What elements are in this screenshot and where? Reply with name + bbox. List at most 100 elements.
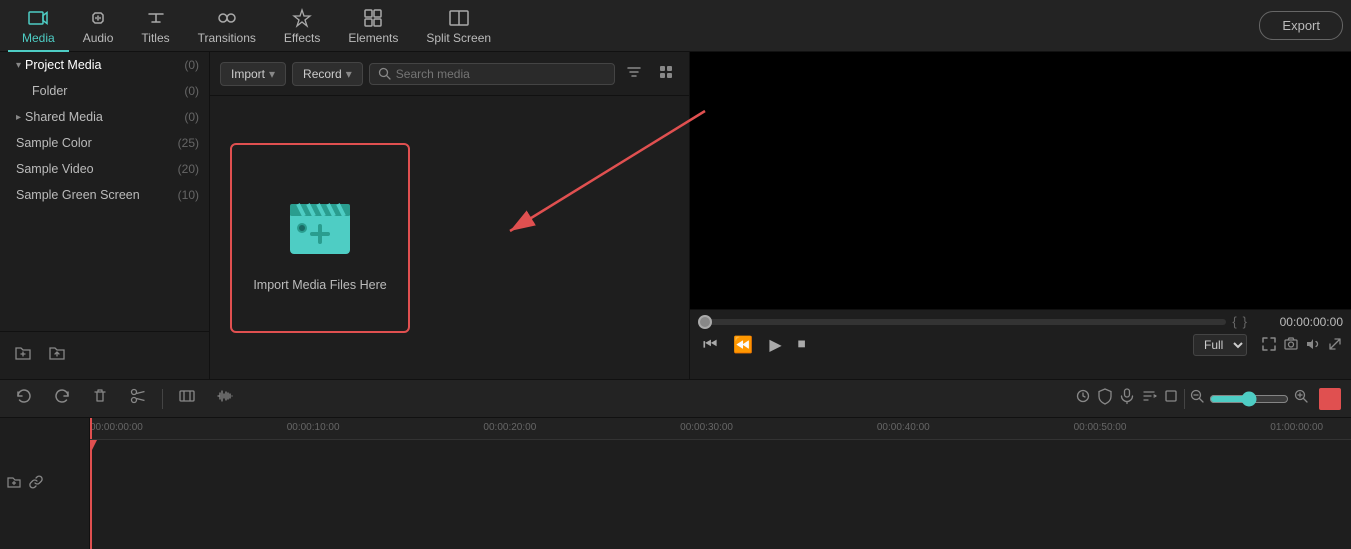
sidebar-sample-color-label: Sample Color	[16, 136, 178, 150]
sidebar-folder-count: (0)	[184, 84, 199, 98]
shield-button[interactable]	[1096, 387, 1114, 410]
step-back-button[interactable]: ⏪	[728, 333, 758, 357]
in-point-bracket[interactable]: {	[1232, 314, 1236, 329]
add-folder-button[interactable]	[10, 340, 36, 371]
sidebar-project-media-label: Project Media	[25, 58, 184, 72]
import-chevron-icon: ▾	[269, 67, 275, 81]
sidebar-sample-video-label: Sample Video	[16, 162, 178, 176]
out-point-bracket[interactable]: }	[1243, 314, 1247, 329]
playhead-ruler	[90, 418, 92, 439]
playhead-line	[90, 440, 92, 549]
media-content: Import Media Files Here	[210, 96, 689, 379]
nav-elements-label: Elements	[348, 31, 398, 45]
record-chevron-icon: ▾	[346, 67, 352, 81]
media-icon	[27, 7, 49, 29]
volume-button[interactable]	[1305, 336, 1321, 355]
filter-button[interactable]	[621, 62, 647, 86]
grid-view-button[interactable]	[653, 62, 679, 86]
filter-icon	[626, 64, 642, 80]
timeline-ruler: 00:00:00:00 00:00:10:00 00:00:20:00 00:0…	[90, 418, 1351, 440]
quality-select[interactable]: Full 1/2 1/4	[1193, 334, 1247, 356]
sidebar-sample-green-screen-label: Sample Green Screen	[16, 188, 178, 202]
timeline-tracks	[90, 440, 1351, 549]
audio-icon	[87, 7, 109, 29]
zoom-divider	[1184, 389, 1185, 409]
time-display: 00:00:00:00	[1253, 315, 1343, 329]
nav-effects[interactable]: Effects	[270, 0, 334, 52]
zoom-settings-button[interactable]	[1074, 387, 1092, 410]
transitions-icon	[216, 7, 238, 29]
more-settings-button[interactable]	[1140, 387, 1158, 410]
mic-button[interactable]	[1118, 387, 1136, 410]
zoom-slider[interactable]	[1209, 391, 1289, 407]
sidebar-item-folder[interactable]: Folder (0)	[0, 78, 209, 104]
go-to-start-button[interactable]: ⏮	[698, 334, 722, 356]
import-arrow	[410, 106, 710, 246]
media-toolbar: Import ▾ Record ▾	[210, 52, 689, 96]
sidebar-sample-green-screen-count: (10)	[178, 188, 199, 202]
timeline-left-gutter	[0, 418, 90, 549]
nav-split-screen[interactable]: Split Screen	[412, 0, 505, 52]
clip-settings-button[interactable]	[173, 385, 201, 412]
playback-controls: ⏮ ⏪ ▶ ⏹ Full 1/2 1/4	[698, 333, 1343, 357]
scrubber-track[interactable]	[698, 319, 1226, 325]
ruler-label-0: 00:00:00:00	[90, 422, 143, 433]
undo-button[interactable]	[10, 385, 38, 412]
link-button[interactable]	[28, 474, 44, 493]
import-folder-button[interactable]	[44, 340, 70, 371]
cut-button[interactable]	[124, 385, 152, 412]
record-label: Record	[303, 67, 342, 81]
search-icon	[378, 67, 391, 80]
play-button[interactable]: ▶	[764, 333, 786, 357]
sidebar-shared-media-label: Shared Media	[25, 110, 184, 124]
zoom-out-button[interactable]	[1189, 388, 1205, 409]
search-box	[369, 63, 615, 85]
sidebar-item-sample-color[interactable]: Sample Color (25)	[0, 130, 209, 156]
chevron-right-icon: ▸	[16, 112, 21, 123]
timeline-body: 00:00:00:00 00:00:10:00 00:00:20:00 00:0…	[0, 418, 1351, 549]
import-button[interactable]: Import ▾	[220, 62, 286, 86]
search-input[interactable]	[396, 67, 606, 81]
scrubber-thumb	[698, 315, 712, 329]
nav-media[interactable]: Media	[8, 0, 69, 52]
zoom-in-button[interactable]	[1293, 388, 1309, 409]
nav-transitions-label: Transitions	[198, 31, 256, 45]
nav-audio[interactable]: Audio	[69, 0, 128, 52]
preview-screen	[690, 52, 1351, 309]
toolbar-divider	[162, 389, 163, 409]
delete-button[interactable]	[86, 385, 114, 412]
grid-icon	[658, 64, 674, 80]
sidebar-shared-media-count: (0)	[184, 110, 199, 124]
preview-right-icons	[1261, 336, 1343, 355]
full-screen-preview-button[interactable]	[1261, 336, 1277, 355]
sidebar-item-project-media[interactable]: ▾ Project Media (0)	[0, 52, 209, 78]
resize-button[interactable]	[1327, 336, 1343, 355]
add-track-button[interactable]	[6, 474, 22, 493]
nav-transitions[interactable]: Transitions	[184, 0, 270, 52]
import-drop-label: Import Media Files Here	[253, 278, 386, 292]
redo-button[interactable]	[48, 385, 76, 412]
sidebar-item-sample-video[interactable]: Sample Video (20)	[0, 156, 209, 182]
screenshot-button[interactable]	[1283, 336, 1299, 355]
split-screen-icon	[448, 7, 470, 29]
nav-titles[interactable]: Titles	[127, 0, 183, 52]
nav-media-label: Media	[22, 31, 55, 45]
ruler-label-1: 00:00:10:00	[287, 422, 340, 433]
sidebar-footer	[0, 331, 209, 379]
import-drop-zone[interactable]: Import Media Files Here	[230, 143, 410, 333]
record-button[interactable]: Record ▾	[292, 62, 363, 86]
audio-waveform-button[interactable]	[211, 385, 239, 412]
sidebar-item-shared-media[interactable]: ▸ Shared Media (0)	[0, 104, 209, 130]
crop-button[interactable]	[1162, 387, 1180, 410]
zoom-controls	[1074, 387, 1341, 410]
playhead-triangle	[90, 440, 97, 452]
nav-elements[interactable]: Elements	[334, 0, 412, 52]
nav-audio-label: Audio	[83, 31, 114, 45]
stop-button[interactable]: ⏹	[793, 334, 811, 356]
effects-icon	[291, 7, 313, 29]
ruler-label-2: 00:00:20:00	[483, 422, 536, 433]
chevron-down-icon: ▾	[16, 60, 21, 71]
top-nav: Media Audio Titles Transitions	[0, 0, 1351, 52]
sidebar-item-sample-green-screen[interactable]: Sample Green Screen (10)	[0, 182, 209, 208]
export-button[interactable]: Export	[1259, 11, 1343, 40]
